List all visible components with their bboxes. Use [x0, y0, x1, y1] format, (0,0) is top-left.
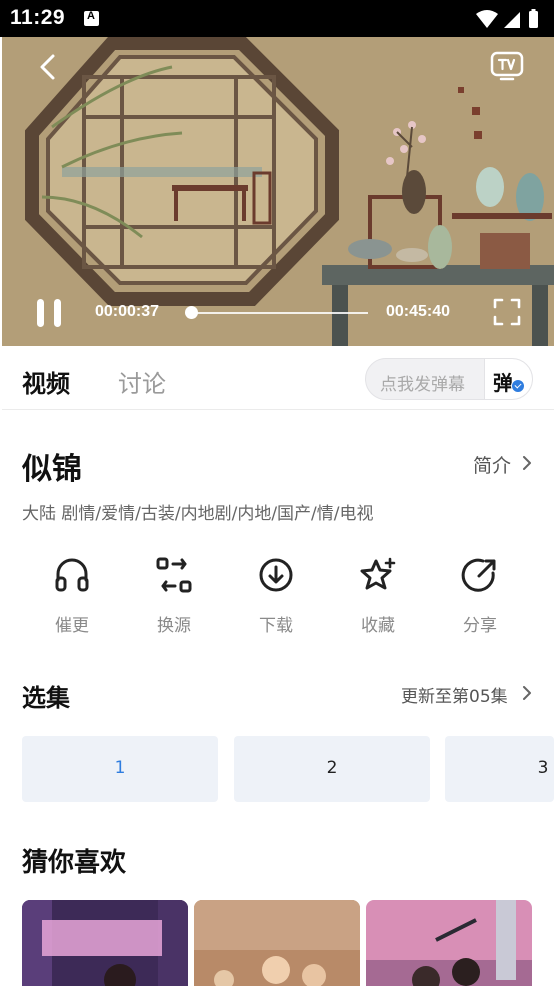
poster-image	[366, 900, 532, 986]
danmu-input-box[interactable]: 点我发弹幕 弹	[365, 358, 533, 400]
pause-button[interactable]	[34, 299, 64, 327]
video-player[interactable]: 00:00:37 00:45:40	[2, 37, 554, 346]
check-icon	[511, 379, 525, 393]
episode-number: 2	[326, 758, 338, 778]
switch-source-icon	[156, 557, 192, 593]
signal-icon	[504, 12, 520, 28]
action-label: 催更	[55, 616, 89, 636]
show-tags: 大陆 剧情/爱情/古装/内地剧/内地/国产/情/电视	[22, 504, 374, 524]
action-row: 催更 换源 下载 收藏 分享	[2, 556, 554, 636]
recommendation-card[interactable]	[22, 900, 188, 986]
episode-button-3[interactable]: 3	[445, 736, 554, 802]
progress-bar[interactable]	[190, 312, 368, 314]
switch-source-button[interactable]: 换源	[134, 556, 214, 636]
share-button[interactable]: 分享	[440, 556, 520, 636]
recommendations-title: 猜你喜欢	[22, 848, 127, 878]
fullscreen-icon[interactable]	[492, 297, 522, 327]
headphones-icon	[55, 558, 89, 592]
battery-icon	[529, 11, 538, 28]
intro-link[interactable]: 简介	[473, 451, 511, 478]
star-icon	[360, 557, 396, 590]
danmu-placeholder[interactable]: 点我发弹幕	[380, 370, 465, 395]
danmu-toggle-label: 弹	[493, 371, 513, 395]
download-icon	[259, 558, 293, 592]
tv-cast-icon[interactable]	[490, 51, 524, 81]
wifi-icon	[476, 10, 498, 28]
current-time: 00:00:37	[95, 303, 160, 320]
urge-update-button[interactable]: 催更	[32, 556, 112, 636]
back-arrow-icon[interactable]	[32, 51, 64, 83]
tabs-row: 视频 讨论 点我发弹幕 弹	[2, 346, 554, 410]
content-panel: 视频 讨论 点我发弹幕 弹 似锦 简介 大陆 剧情/爱情/古装/内地剧/内地/国…	[2, 346, 554, 986]
chevron-right-icon[interactable]	[521, 686, 533, 700]
recommendation-card[interactable]	[194, 900, 360, 986]
player-controls: 00:00:37 00:45:40	[2, 37, 554, 346]
recommendation-card[interactable]	[366, 900, 532, 986]
show-title: 似锦	[22, 452, 82, 487]
progress-thumb[interactable]	[185, 306, 198, 319]
action-label: 分享	[463, 616, 497, 636]
episode-number: 3	[537, 758, 549, 778]
action-label: 换源	[157, 616, 191, 636]
episode-button-2[interactable]: 2	[234, 736, 430, 802]
chevron-right-icon[interactable]	[521, 456, 533, 470]
poster-image	[194, 900, 360, 986]
status-time: 11:29	[10, 6, 66, 29]
tab-video[interactable]: 视频	[22, 364, 70, 399]
episode-number: 1	[114, 758, 126, 778]
episodes-more-link[interactable]: 更新至第05集	[401, 682, 508, 707]
favorite-button[interactable]: 收藏	[338, 556, 418, 636]
app-notification-icon	[84, 10, 99, 26]
share-icon	[461, 558, 496, 592]
download-button[interactable]: 下载	[236, 556, 316, 636]
episodes-title: 选集	[22, 684, 70, 712]
action-label: 下载	[259, 616, 293, 636]
total-time: 00:45:40	[386, 303, 451, 320]
status-icons	[476, 9, 538, 28]
tab-discussion[interactable]: 讨论	[118, 364, 166, 399]
episode-button-1[interactable]: 1	[22, 736, 218, 802]
poster-image	[22, 900, 188, 986]
status-bar: 11:29	[0, 0, 554, 37]
action-label: 收藏	[361, 616, 395, 636]
danmu-toggle[interactable]: 弹	[484, 359, 532, 399]
